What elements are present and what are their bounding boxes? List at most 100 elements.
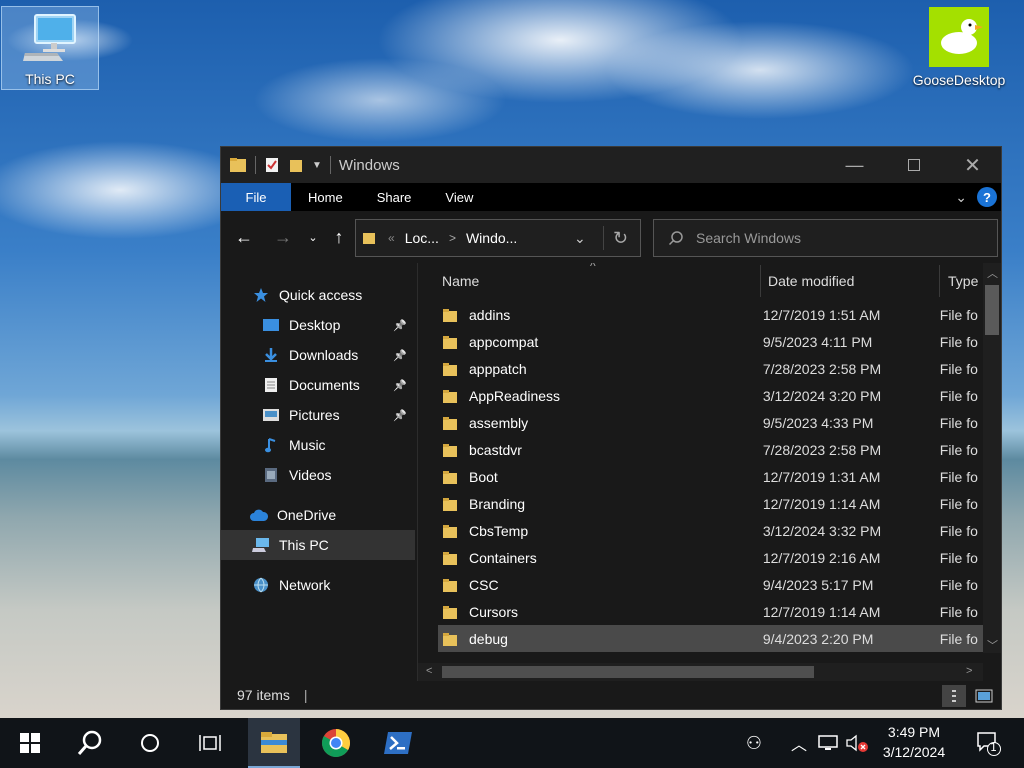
address-dropdown-icon[interactable]: ⌄ xyxy=(574,230,586,247)
pin-icon[interactable]: 📌 xyxy=(393,349,407,362)
nav-item-documents[interactable]: Documents 📌 xyxy=(221,370,415,400)
help-button[interactable]: ? xyxy=(977,187,997,207)
file-name: Cursors xyxy=(469,603,519,620)
nav-item-label: Network xyxy=(279,577,331,593)
search-icon xyxy=(77,730,102,755)
scroll-left-icon[interactable]: < xyxy=(426,665,432,677)
file-row[interactable]: addins 12/7/2019 1:51 AM File fo xyxy=(438,301,983,328)
file-type: File fo xyxy=(939,549,978,566)
file-row[interactable]: Branding 12/7/2019 1:14 AM File fo xyxy=(438,490,983,517)
large-icons-view-button[interactable] xyxy=(972,685,996,707)
taskbar-file-explorer[interactable] xyxy=(248,718,300,768)
network-tray-button[interactable] xyxy=(814,718,842,768)
scroll-up-icon[interactable]: ︿ xyxy=(987,265,998,281)
nav-item-pictures[interactable]: Pictures 📌 xyxy=(221,400,415,430)
file-row[interactable]: AppReadiness 3/12/2024 3:20 PM File fo xyxy=(438,382,983,409)
nav-item-downloads[interactable]: Downloads 📌 xyxy=(221,340,415,370)
breadcrumb-local-disk[interactable]: Loc... xyxy=(405,230,439,246)
close-button[interactable]: ✕ xyxy=(943,147,1002,183)
file-row[interactable]: CbsTemp 3/12/2024 3:32 PM File fo xyxy=(438,517,983,544)
expand-ribbon-icon[interactable]: ⌄ xyxy=(955,189,967,206)
file-name: Boot xyxy=(469,468,498,485)
scroll-right-icon[interactable]: > xyxy=(966,665,972,677)
column-header-date[interactable]: Date modified xyxy=(744,263,924,299)
minimize-button[interactable]: — xyxy=(825,147,884,183)
pin-icon[interactable]: 📌 xyxy=(393,379,407,392)
file-row[interactable]: appcompat 9/5/2023 4:11 PM File fo xyxy=(438,328,983,355)
nav-item-videos[interactable]: Videos xyxy=(221,460,415,490)
taskbar-powershell[interactable] xyxy=(374,718,422,768)
pin-icon[interactable]: 📌 xyxy=(393,409,407,422)
search-button[interactable] xyxy=(68,718,112,768)
file-row[interactable]: CSC 9/4/2023 5:17 PM File fo xyxy=(438,571,983,598)
nav-item-network[interactable]: Network xyxy=(221,570,415,600)
column-header-name[interactable]: Name xyxy=(418,263,761,299)
refresh-icon[interactable]: ↻ xyxy=(613,228,628,249)
file-row[interactable]: Containers 12/7/2019 2:16 AM File fo xyxy=(438,544,983,571)
tab-share[interactable]: Share xyxy=(360,183,429,211)
nav-item-onedrive[interactable]: OneDrive xyxy=(221,500,415,530)
title-bar[interactable]: ▼ Windows — ✕ xyxy=(221,147,1001,183)
action-center-button[interactable]: 1 xyxy=(966,718,1010,768)
desktop-icon-this-pc[interactable]: This PC xyxy=(1,6,99,90)
breadcrumb-windows[interactable]: Windo... xyxy=(466,230,517,246)
nav-item-quick-access[interactable]: Quick access xyxy=(221,280,415,310)
back-button[interactable]: ← xyxy=(232,225,256,249)
scrollbar-thumb[interactable] xyxy=(442,666,814,678)
search-icon xyxy=(668,231,683,246)
customize-quick-access-icon[interactable]: ▼ xyxy=(312,160,322,171)
clock[interactable]: 3:49 PM 3/12/2024 xyxy=(868,722,960,762)
nav-item-label: Documents xyxy=(289,377,360,393)
scroll-down-icon[interactable]: ﹀ xyxy=(987,637,998,653)
desktop-icon-goosedesktop[interactable]: GooseDesktop xyxy=(908,6,1010,90)
details-view-button[interactable] xyxy=(942,685,966,707)
search-input[interactable] xyxy=(696,230,956,246)
nav-item-this-pc[interactable]: This PC xyxy=(221,530,415,560)
file-row[interactable]: Boot 12/7/2019 1:31 AM File fo xyxy=(438,463,983,490)
cortana-button[interactable] xyxy=(128,718,172,768)
pin-icon[interactable]: 📌 xyxy=(393,319,407,332)
file-explorer-icon xyxy=(261,732,287,753)
volume-tray-button[interactable] xyxy=(844,718,870,768)
people-button[interactable]: ⚇ xyxy=(735,718,773,768)
file-list: ^ Name Date modified Type addins 12/7/201… xyxy=(418,263,1001,681)
nav-item-desktop[interactable]: Desktop 📌 xyxy=(221,310,415,340)
scrollbar-thumb[interactable] xyxy=(985,285,999,335)
new-folder-icon[interactable] xyxy=(288,157,304,173)
horizontal-scrollbar[interactable]: < > xyxy=(418,663,983,681)
nav-item-music[interactable]: Music xyxy=(221,430,415,460)
search-box[interactable] xyxy=(653,219,998,257)
taskbar: ⚇ ︿ 3:49 PM 3/12/2024 1 xyxy=(0,718,1024,768)
show-hidden-icons-button[interactable]: ︿ xyxy=(786,718,812,768)
folder-icon xyxy=(443,578,457,592)
item-count: 97 items xyxy=(237,687,290,703)
file-row[interactable]: Cursors 12/7/2019 1:14 AM File fo xyxy=(438,598,983,625)
file-name: appcompat xyxy=(469,333,539,350)
column-header-date-label: Date modified xyxy=(768,273,855,289)
properties-icon[interactable] xyxy=(264,157,280,173)
file-row[interactable]: debug 9/4/2023 2:20 PM File fo xyxy=(438,625,983,652)
up-button[interactable]: ↑ xyxy=(327,225,351,249)
recent-locations-button[interactable]: ⌄ xyxy=(301,225,325,249)
column-header-name-label: Name xyxy=(442,273,480,289)
forward-button[interactable]: → xyxy=(271,225,295,249)
file-row[interactable]: apppatch 7/28/2023 2:58 PM File fo xyxy=(438,355,983,382)
vertical-scrollbar[interactable]: ︿ ﹀ xyxy=(983,263,1001,653)
address-bar[interactable]: « Loc... > Windo... ⌄ ↻ xyxy=(355,219,641,257)
tab-view[interactable]: View xyxy=(428,183,490,211)
column-header-type[interactable]: Type xyxy=(924,263,984,299)
address-overflow[interactable]: « xyxy=(388,231,395,245)
file-name: Branding xyxy=(469,495,526,512)
file-type: File fo xyxy=(939,387,978,404)
start-button[interactable] xyxy=(8,718,52,768)
tab-file[interactable]: File xyxy=(221,183,291,211)
task-view-button[interactable] xyxy=(188,718,232,768)
taskbar-chrome[interactable] xyxy=(312,718,360,768)
maximize-button[interactable] xyxy=(884,147,943,183)
task-view-icon xyxy=(199,735,221,751)
file-date: 9/5/2023 4:33 PM xyxy=(762,414,874,431)
file-row[interactable]: assembly 9/5/2023 4:33 PM File fo xyxy=(438,409,983,436)
file-row[interactable]: bcastdvr 7/28/2023 2:58 PM File fo xyxy=(438,436,983,463)
tab-home[interactable]: Home xyxy=(291,183,360,211)
nav-item-label: OneDrive xyxy=(277,507,337,523)
